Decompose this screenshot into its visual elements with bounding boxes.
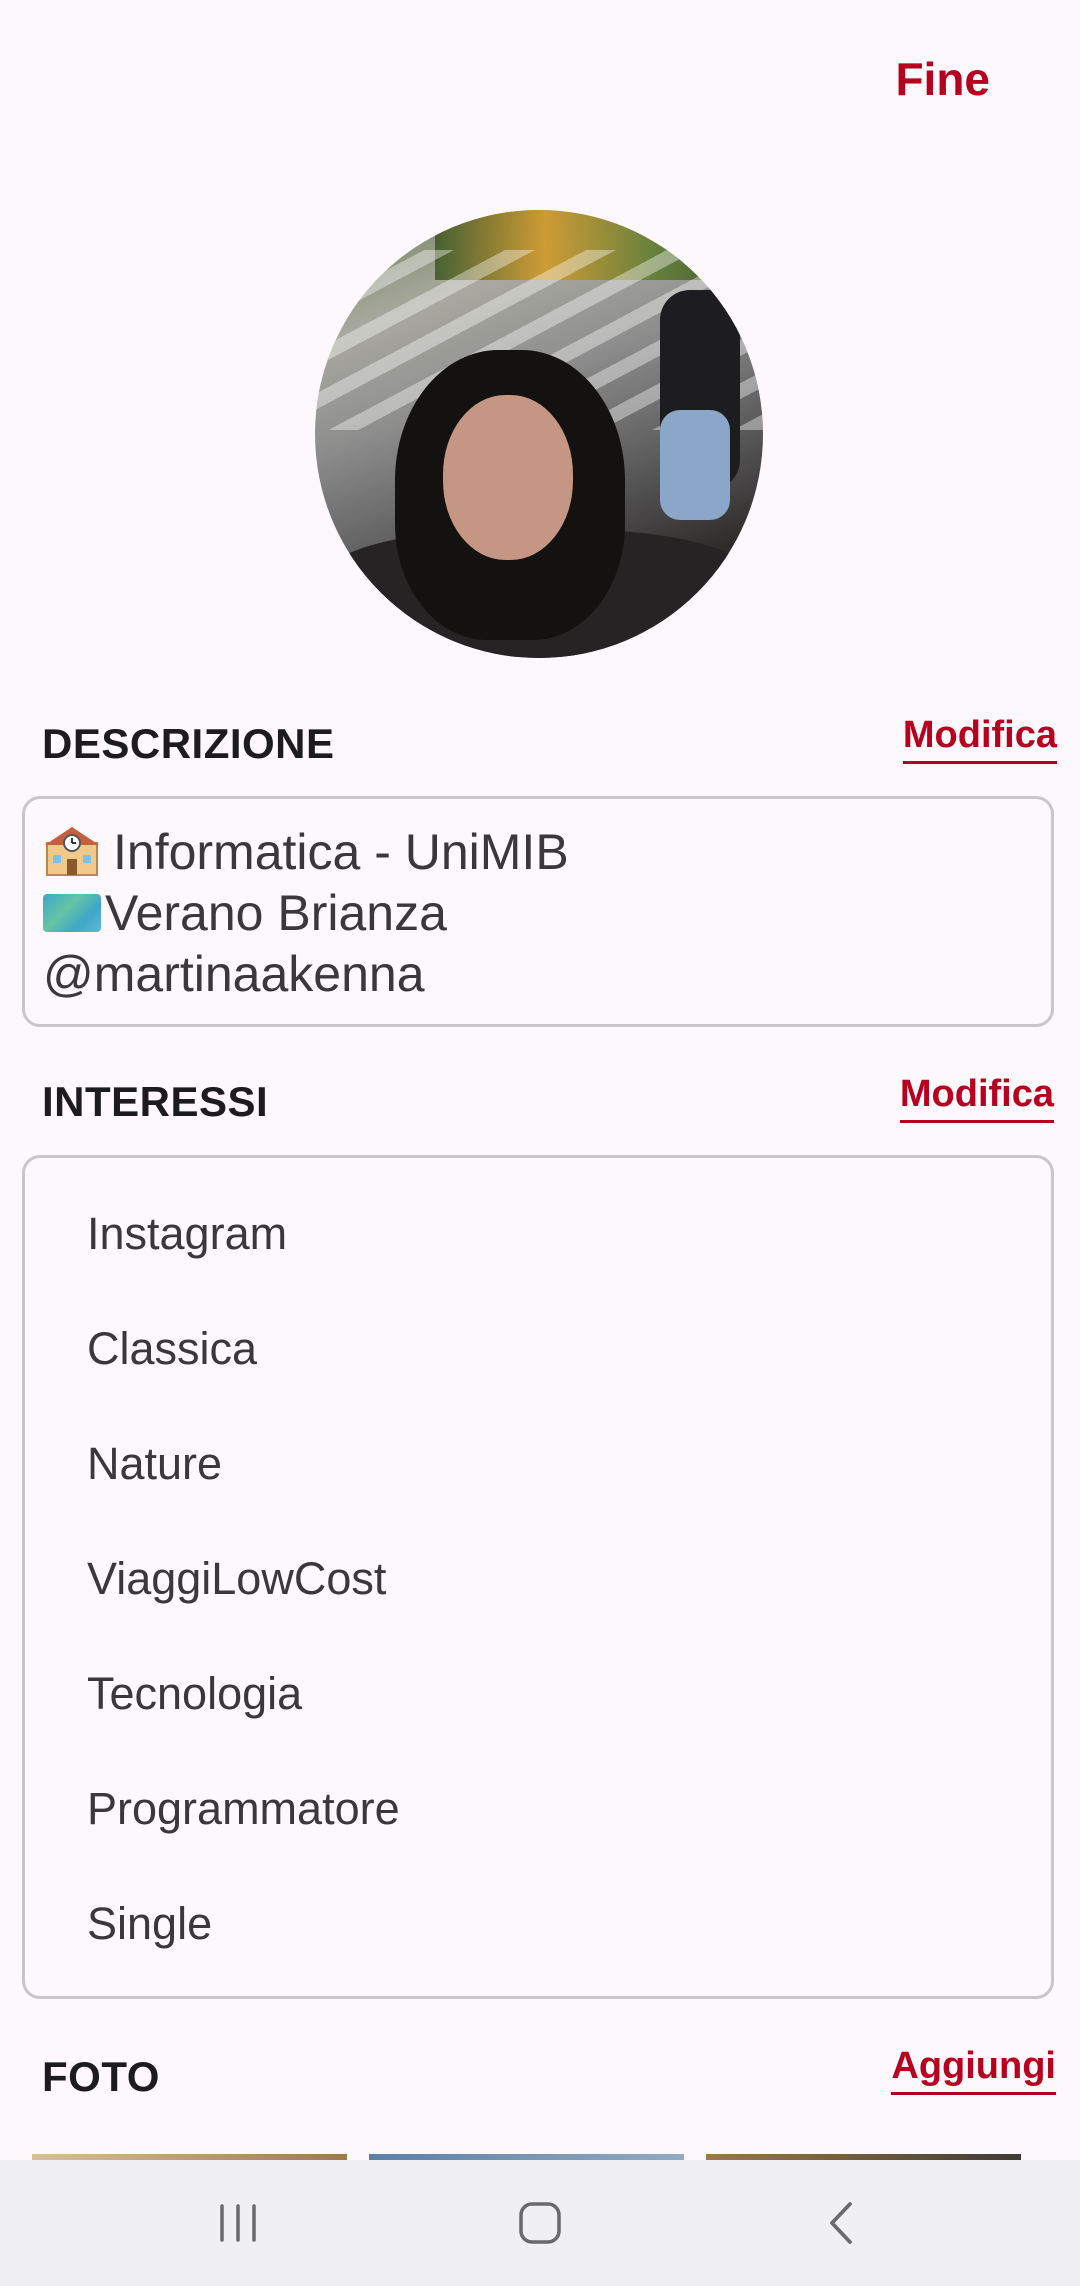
description-text-2: Verano Brianza — [105, 885, 447, 941]
description-text-3: @martinaakenna — [43, 946, 425, 1002]
done-button[interactable]: Fine — [895, 52, 990, 106]
interests-title: INTERESSI — [42, 1078, 269, 1125]
school-icon — [43, 821, 101, 877]
description-line-1: Informatica - UniMIB — [43, 821, 1033, 883]
profile-avatar[interactable] — [315, 210, 763, 658]
world-map-icon — [43, 894, 101, 932]
recents-button[interactable] — [193, 2188, 283, 2258]
description-line-3: @martinaakenna — [43, 944, 1033, 1005]
description-text-1: Informatica - UniMIB — [113, 824, 569, 880]
description-title: DESCRIZIONE — [42, 720, 335, 767]
interest-item: Programmatore — [87, 1783, 400, 1834]
edit-description-button[interactable]: Modifica — [902, 714, 1057, 764]
interest-item: Single — [87, 1898, 213, 1949]
back-icon — [830, 2202, 852, 2244]
back-button[interactable] — [797, 2188, 887, 2258]
avatar-face — [443, 395, 573, 560]
system-navigation-bar — [0, 2160, 1080, 2286]
interest-item: Instagram — [87, 1208, 288, 1259]
edit-interests-button[interactable]: Modifica — [899, 1073, 1054, 1123]
photos-title: FOTO — [42, 2053, 160, 2100]
interests-box: Instagram Classica Nature ViaggiLowCost … — [22, 1155, 1054, 1999]
add-photo-button[interactable]: Aggiungi — [891, 2045, 1056, 2095]
description-box[interactable]: Informatica - UniMIB Verano Brianza @mar… — [22, 796, 1054, 1027]
avatar-background-jeans — [660, 410, 730, 520]
interest-item: Nature — [87, 1438, 223, 1489]
interest-item: ViaggiLowCost — [87, 1553, 387, 1604]
interest-item: Classica — [87, 1323, 258, 1374]
home-button[interactable] — [495, 2188, 585, 2258]
recents-icon — [220, 2204, 256, 2242]
home-icon — [519, 2202, 561, 2244]
interest-item: Tecnologia — [87, 1668, 303, 1719]
description-line-2: Verano Brianza — [43, 883, 1033, 944]
